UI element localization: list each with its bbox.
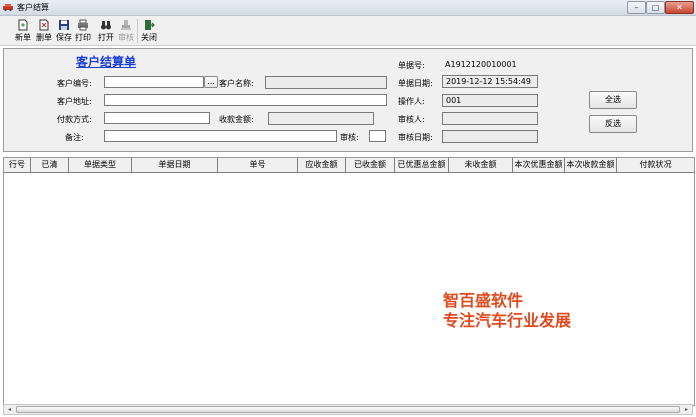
- auditor-label: 审核人:: [398, 115, 425, 124]
- audit-date-label: 审核日期:: [398, 133, 433, 142]
- new-document-icon: [18, 19, 28, 31]
- column-header[interactable]: 本次优惠金额: [513, 158, 565, 172]
- exit-door-icon: [145, 20, 155, 30]
- watermark-line-1: 智百盛软件: [443, 291, 524, 310]
- watermark-line-2: 专注汽车行业发展: [443, 311, 572, 330]
- close-icon: ✕: [676, 3, 683, 12]
- maximize-icon: □: [651, 3, 660, 12]
- operator-label: 操作人:: [398, 97, 425, 106]
- printer-icon: [78, 19, 88, 31]
- scroll-thumb[interactable]: [16, 406, 680, 413]
- address-label: 客户地址:: [57, 97, 92, 106]
- close-label: 关闭: [141, 33, 157, 42]
- save-label: 保存: [56, 33, 72, 42]
- column-header[interactable]: 付款状况: [617, 158, 694, 172]
- audit-checkbox[interactable]: [369, 130, 386, 142]
- operator-field: 001: [442, 94, 538, 107]
- minimize-button[interactable]: –: [627, 1, 646, 14]
- scroll-left-arrow-icon[interactable]: ◂: [5, 406, 14, 413]
- open-button[interactable]: 打开: [96, 18, 116, 44]
- horizontal-scrollbar[interactable]: ◂ ▸: [3, 404, 693, 415]
- column-header[interactable]: 单据日期: [132, 158, 218, 172]
- customer-lookup-button[interactable]: ...: [204, 76, 218, 88]
- column-header[interactable]: 单据类型: [69, 158, 132, 172]
- remark-input[interactable]: [104, 130, 337, 142]
- toolbar: 新单 删单 保存 打印 打开 审核 关闭: [0, 16, 696, 46]
- new-button[interactable]: 新单: [13, 18, 33, 44]
- new-label: 新单: [15, 33, 31, 42]
- received-amount-label: 收款金额:: [219, 115, 254, 124]
- form-panel: 客户结算单 客户编号: ... 客户名称: 客户地址: 付款方式: 收款金额: …: [3, 48, 693, 152]
- delete-label: 删单: [36, 33, 52, 42]
- audit-stamp-icon: [121, 20, 131, 30]
- delete-document-icon: [39, 19, 49, 31]
- column-header[interactable]: 已清: [31, 158, 69, 172]
- close-window-button[interactable]: ✕: [665, 1, 694, 14]
- customer-no-input[interactable]: [104, 76, 204, 88]
- toolbar-divider: [137, 19, 138, 43]
- watermark: 智百盛软件 专注汽车行业发展: [443, 291, 571, 331]
- customer-name-field: [265, 76, 387, 89]
- customer-no-label: 客户编号:: [57, 79, 92, 88]
- column-header[interactable]: 行号: [4, 158, 31, 172]
- save-button[interactable]: 保存: [55, 18, 73, 44]
- open-label: 打开: [98, 33, 114, 42]
- title-bar: 客户结算 – □ ✕: [0, 0, 696, 16]
- doc-date-label: 单据日期:: [398, 79, 433, 88]
- close-button[interactable]: 关闭: [140, 18, 158, 44]
- settlement-grid[interactable]: 行号 已清 单据类型 单据日期 单号 应收金额 已收金额 已优惠总金额 未收金额…: [3, 157, 695, 406]
- audit-date-field: [442, 130, 538, 143]
- scroll-right-arrow-icon[interactable]: ▸: [682, 406, 691, 413]
- column-header[interactable]: 未收金额: [449, 158, 513, 172]
- payment-method-input[interactable]: [104, 112, 210, 124]
- doc-date-field: 2019-12-12 15:54:49: [442, 75, 538, 88]
- delete-button[interactable]: 删单: [34, 18, 54, 44]
- maximize-button[interactable]: □: [646, 1, 665, 14]
- column-header[interactable]: 单号: [218, 158, 298, 172]
- print-label: 打印: [75, 33, 91, 42]
- payment-method-label: 付款方式:: [57, 115, 92, 124]
- address-input[interactable]: [104, 94, 387, 106]
- column-header[interactable]: 应收金额: [298, 158, 346, 172]
- car-app-icon: [3, 4, 13, 11]
- column-header[interactable]: 本次收款金额: [565, 158, 617, 172]
- minimize-icon: –: [634, 3, 639, 12]
- floppy-disk-icon: [59, 20, 69, 30]
- doc-no-value: A1912120010001: [445, 60, 517, 69]
- customer-name-label: 客户名称:: [219, 79, 254, 88]
- received-amount-field: [268, 112, 374, 125]
- binoculars-icon: [101, 21, 111, 30]
- remark-label: 备注:: [65, 133, 84, 142]
- invert-selection-button[interactable]: 反选: [589, 115, 637, 133]
- grid-header: 行号 已清 单据类型 单据日期 单号 应收金额 已收金额 已优惠总金额 未收金额…: [4, 158, 694, 173]
- document-title: 客户结算单: [76, 55, 137, 69]
- column-header[interactable]: 已收金额: [346, 158, 395, 172]
- doc-no-label: 单据号:: [398, 61, 425, 70]
- audit-status-label: 审核:: [340, 133, 359, 142]
- audit-label: 审核: [118, 33, 134, 42]
- print-button[interactable]: 打印: [74, 18, 92, 44]
- column-header[interactable]: 已优惠总金额: [395, 158, 449, 172]
- window-title: 客户结算: [17, 3, 49, 12]
- auditor-field: [442, 112, 538, 125]
- select-all-button[interactable]: 全选: [589, 91, 637, 109]
- audit-button[interactable]: 审核: [117, 18, 135, 44]
